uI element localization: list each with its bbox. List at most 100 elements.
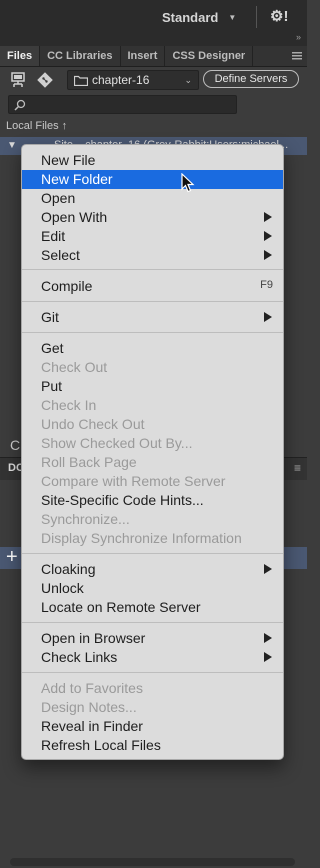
menu-item-label: Site-Specific Code Hints...	[41, 492, 204, 508]
menu-item-label: New Folder	[41, 171, 113, 187]
tab-files[interactable]: Files	[0, 46, 41, 66]
site-select[interactable]: chapter-16 ⌄	[67, 70, 199, 90]
context-menu: New File New Folder Open Open With Edit …	[21, 144, 284, 760]
menu-item-synchronize: Synchronize...	[22, 510, 283, 529]
panel-collapse-bar: »	[0, 32, 307, 46]
menu-item-label: Add to Favorites	[41, 680, 143, 696]
menu-item-check-links[interactable]: Check Links	[22, 648, 283, 667]
menu-item-label: Put	[41, 378, 63, 394]
menu-item-refresh-local-files[interactable]: Refresh Local Files	[22, 736, 283, 755]
menu-item-check-out: Check Out	[22, 358, 283, 377]
menu-item-show-checked-out-by: Show Checked Out By...	[22, 434, 283, 453]
menu-item-select[interactable]: Select	[22, 246, 283, 265]
chevron-down-icon: ⌄	[184, 74, 192, 85]
shortcut-label: F9	[260, 279, 273, 291]
menu-item-add-to-favorites: Add to Favorites	[22, 679, 283, 698]
menu-item-git[interactable]: Git	[22, 308, 283, 327]
app-window: Standard ▼ ⚙! » Files CC Libraries Inser…	[0, 0, 307, 868]
menu-item-roll-back-page: Roll Back Page	[22, 453, 283, 472]
menu-separator	[22, 301, 283, 302]
menu-item-label: New File	[41, 152, 96, 168]
menu-item-display-sync-info: Display Synchronize Information	[22, 529, 283, 548]
menu-item-label: Show Checked Out By...	[41, 435, 193, 451]
menu-item-label: Check In	[41, 397, 97, 413]
menu-item-label: Edit	[41, 228, 66, 244]
sort-ascending-icon: ↑	[61, 120, 68, 132]
horizontal-scrollbar[interactable]	[10, 858, 295, 866]
submenu-arrow-icon	[264, 250, 272, 260]
tab-css-designer[interactable]: CSS Designer	[165, 46, 254, 66]
menu-item-unlock[interactable]: Unlock	[22, 579, 283, 598]
menu-item-label: Git	[41, 309, 59, 325]
submenu-arrow-icon	[264, 312, 272, 322]
menu-item-label: Check Out	[41, 359, 108, 375]
menu-item-label: Roll Back Page	[41, 454, 137, 470]
workspace-label: Standard	[162, 9, 219, 25]
menu-item-edit[interactable]: Edit	[22, 227, 283, 246]
menu-item-get[interactable]: Get	[22, 339, 283, 358]
menu-item-new-folder[interactable]: New Folder	[22, 170, 283, 189]
menu-item-open[interactable]: Open	[22, 189, 283, 208]
menu-item-design-notes: Design Notes...	[22, 698, 283, 717]
chevron-down-icon: ▼	[228, 12, 237, 22]
menu-item-label: Synchronize...	[41, 511, 130, 527]
menu-item-open-in-browser[interactable]: Open in Browser	[22, 629, 283, 648]
menu-item-label: Compile	[41, 278, 93, 294]
local-files-header[interactable]: Local Files ↑	[6, 120, 67, 132]
menu-item-compile[interactable]: Compile F9	[22, 277, 283, 296]
workspace-switcher[interactable]: Standard ▼	[162, 8, 236, 26]
connect-server-icon[interactable]	[10, 72, 26, 88]
menu-separator	[22, 622, 283, 623]
files-toolbar: chapter-16 ⌄ Define Servers	[0, 67, 307, 93]
mouse-cursor-icon	[181, 172, 195, 198]
menu-item-label: Open in Browser	[41, 630, 146, 646]
submenu-arrow-icon	[264, 633, 272, 643]
menu-item-label: Locate on Remote Server	[41, 599, 201, 615]
tab-cc-libraries[interactable]: CC Libraries	[40, 46, 121, 66]
submenu-arrow-icon	[264, 212, 272, 222]
menu-item-cloaking[interactable]: Cloaking	[22, 560, 283, 579]
menu-item-label: Open	[41, 190, 76, 206]
menu-item-put[interactable]: Put	[22, 377, 283, 396]
define-servers-button[interactable]: Define Servers	[203, 70, 299, 88]
gear-icon[interactable]: ⚙!	[270, 7, 288, 25]
menu-item-label: Display Synchronize Information	[41, 530, 242, 546]
expand-triangle-icon[interactable]: ▼	[7, 140, 17, 151]
panel-tabs: Files CC Libraries Insert CSS Designer	[0, 46, 307, 67]
submenu-arrow-icon	[264, 231, 272, 241]
workspace-bar: Standard ▼ ⚙!	[0, 0, 307, 35]
menu-item-undo-check-out: Undo Check Out	[22, 415, 283, 434]
tab-insert[interactable]: Insert	[121, 46, 166, 66]
menu-item-label: Design Notes...	[41, 699, 137, 715]
panel-menu-icon[interactable]: ≡	[294, 461, 301, 475]
menu-item-label: Select	[41, 247, 80, 263]
panel-label-fragment: C	[10, 437, 21, 453]
menu-item-compare-with-remote: Compare with Remote Server	[22, 472, 283, 491]
menu-separator	[22, 332, 283, 333]
menu-item-label: Check Links	[41, 649, 118, 665]
menu-item-site-specific-code-hints[interactable]: Site-Specific Code Hints...	[22, 491, 283, 510]
menu-item-locate-on-remote-server[interactable]: Locate on Remote Server	[22, 598, 283, 617]
submenu-arrow-icon	[264, 564, 272, 574]
menu-separator	[22, 553, 283, 554]
menu-item-new-file[interactable]: New File	[22, 151, 283, 170]
plus-icon[interactable]: +	[6, 546, 18, 569]
panel-menu-icon[interactable]	[287, 46, 307, 66]
site-select-value: chapter-16	[92, 73, 150, 87]
search-icon	[14, 98, 26, 116]
menu-separator	[22, 269, 283, 270]
menu-item-label: Compare with Remote Server	[41, 473, 226, 489]
menu-item-reveal-in-finder[interactable]: Reveal in Finder	[22, 717, 283, 736]
menu-item-open-with[interactable]: Open With	[22, 208, 283, 227]
menu-item-label: Refresh Local Files	[41, 737, 161, 753]
menu-item-label: Undo Check Out	[41, 416, 145, 432]
menu-item-label: Get	[41, 340, 64, 356]
submenu-arrow-icon	[264, 652, 272, 662]
menu-item-label: Unlock	[41, 580, 84, 596]
collapse-panels-icon[interactable]: »	[296, 32, 301, 42]
files-search-input[interactable]	[8, 95, 237, 114]
git-icon[interactable]	[37, 72, 53, 88]
menu-item-label: Open With	[41, 209, 108, 225]
menu-separator	[22, 672, 283, 673]
folder-icon	[74, 75, 88, 86]
